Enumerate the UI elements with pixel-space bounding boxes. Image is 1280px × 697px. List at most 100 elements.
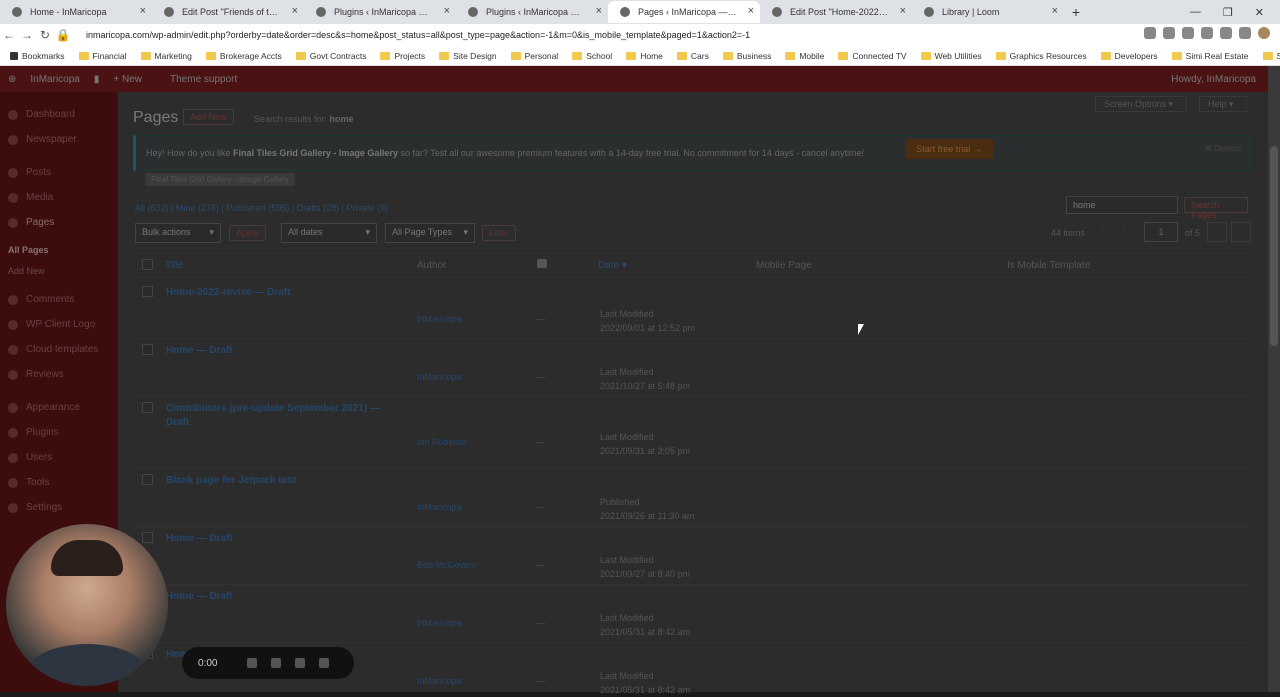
minimize-icon[interactable]: —	[1190, 6, 1201, 18]
back-icon[interactable]: ←	[0, 28, 18, 42]
scrollbar[interactable]	[1268, 66, 1280, 692]
last-page-icon[interactable]: »	[1231, 222, 1251, 242]
extension-icon[interactable]	[1144, 27, 1156, 39]
sidebar-item-users[interactable]: Users	[8, 452, 52, 463]
column-title[interactable]: Title	[165, 260, 184, 271]
profile-avatar-icon[interactable]	[1258, 27, 1270, 39]
bookmark-folder[interactable]: Mobile	[785, 51, 824, 61]
current-page-input[interactable]: 1	[1144, 222, 1178, 242]
bookmark-folder[interactable]: Developers	[1100, 51, 1158, 61]
author-link[interactable]: InMaricopa	[417, 618, 462, 628]
delete-icon[interactable]	[319, 658, 330, 668]
next-page-icon[interactable]: ›	[1207, 222, 1227, 242]
column-date[interactable]: Date ▾	[598, 260, 627, 271]
close-icon[interactable]: ×	[292, 5, 298, 17]
tab-1[interactable]: Home - InMaricopa ×	[0, 1, 152, 23]
sidebar-item-settings[interactable]: Settings	[8, 502, 62, 513]
tab-6[interactable]: Edit Post "Home-2022-revise"×	[760, 1, 912, 23]
sidebar-item-wp-client-logo[interactable]: WP Client Logo	[8, 319, 95, 330]
author-link[interactable]: InMaricopa	[417, 502, 462, 512]
tab-7[interactable]: Library | Loom ×	[912, 1, 1064, 23]
page-title-link[interactable]: Home-2022-revise — Draft	[166, 286, 381, 300]
bookmark-folder[interactable]: Marketing	[140, 51, 192, 61]
extension-icon[interactable]	[1220, 27, 1232, 39]
close-icon[interactable]: ×	[1052, 5, 1058, 17]
row-checkbox[interactable]	[142, 402, 153, 413]
page-title-link[interactable]: Contributors (pre-update September 2021)…	[166, 402, 381, 430]
select-all-checkbox[interactable]	[142, 259, 153, 270]
row-checkbox[interactable]	[142, 532, 153, 543]
theme-support[interactable]: Theme support	[170, 74, 237, 85]
bookmark-folder[interactable]: Simi Real Estate	[1171, 51, 1249, 61]
bookmark-folder[interactable]: Home	[626, 51, 663, 61]
sidebar-sub-add-new[interactable]: Add New	[8, 266, 45, 276]
apply-button[interactable]: Apply	[229, 225, 266, 241]
filter-button[interactable]: Filter	[482, 225, 516, 241]
scroll-thumb[interactable]	[1270, 146, 1278, 346]
page-title-link[interactable]: Blank page for Jetpack test	[166, 474, 381, 488]
row-checkbox[interactable]	[142, 474, 153, 485]
close-window-icon[interactable]: ✕	[1255, 6, 1264, 19]
draw-icon[interactable]	[247, 658, 258, 668]
webcam-bubble[interactable]	[6, 524, 168, 686]
reload-icon[interactable]: ↻	[36, 28, 54, 42]
sidebar-item-tools[interactable]: Tools	[8, 477, 49, 488]
status-filters[interactable]: All (632) | Mine (276) | Published (595)…	[135, 203, 388, 213]
sidebar-item-posts[interactable]: Posts	[8, 167, 51, 178]
bookmark-folder[interactable]: Cars	[676, 51, 709, 61]
tab-4[interactable]: Plugins ‹ InMaricopa — WordP×	[456, 1, 608, 23]
bookmark-folder[interactable]: Brokerage Accts	[205, 51, 282, 61]
forward-icon[interactable]: →	[18, 28, 36, 42]
tab-5-active[interactable]: Pages ‹ InMaricopa — WordPr×	[608, 1, 760, 23]
bookmark-folder[interactable]: Business	[722, 51, 771, 61]
row-checkbox[interactable]	[142, 344, 153, 355]
tab-2[interactable]: Edit Post "Friends of the Arts h×	[152, 1, 304, 23]
bookmark-folder[interactable]: Site Design	[439, 51, 497, 61]
page-title-link[interactable]: Home — Draft	[166, 344, 381, 358]
start-trial-button[interactable]: Start free trial →	[905, 139, 993, 159]
extension-icon[interactable]	[1239, 27, 1251, 39]
sidebar-item-reviews[interactable]: Reviews	[8, 369, 64, 380]
bookmark-folder[interactable]: Projects	[380, 51, 425, 61]
page-types-select[interactable]: All Page Types ▾	[385, 223, 475, 243]
extension-icon[interactable]	[1163, 27, 1175, 39]
author-link[interactable]: InMaricopa	[417, 372, 462, 382]
close-icon[interactable]: ×	[140, 5, 146, 17]
bookmark-folder[interactable]: Connected TV	[838, 51, 907, 61]
search-input[interactable]: home	[1066, 196, 1178, 214]
bookmarks-star[interactable]: Bookmarks	[10, 51, 65, 61]
page-title-link[interactable]: Home — Draft	[166, 590, 381, 604]
page-title-link[interactable]: Home — Draft	[166, 532, 381, 546]
bookmark-folder[interactable]: Graphics Resources	[995, 51, 1087, 61]
new-tab-button[interactable]: +	[1064, 4, 1088, 20]
comments-column-icon[interactable]	[537, 259, 547, 268]
tab-3[interactable]: Plugins ‹ InMaricopa — WordP×	[304, 1, 456, 23]
howdy-user[interactable]: Howdy, InMaricopa	[1171, 74, 1256, 85]
sidebar-item-cloud-templates[interactable]: Cloud templates	[8, 344, 98, 355]
wordpress-logo-icon[interactable]: ⊕	[8, 74, 16, 85]
bulk-actions-select[interactable]: Bulk actions ▾	[135, 223, 221, 243]
close-icon[interactable]: ×	[596, 5, 602, 17]
bookmark-folder[interactable]: Personal	[510, 51, 558, 61]
close-icon[interactable]: ×	[748, 5, 754, 17]
prev-page-icon[interactable]: ‹	[1122, 224, 1125, 234]
author-link[interactable]: InMaricopa	[417, 676, 462, 686]
bookmark-folder[interactable]: Govt Contracts	[295, 51, 366, 61]
bookmark-folder[interactable]: Web Utilities	[920, 51, 982, 61]
sidebar-item-media[interactable]: Media	[8, 192, 53, 203]
extension-icon[interactable]	[1201, 27, 1213, 39]
comments-icon[interactable]: ▮	[94, 74, 100, 85]
extension-icon[interactable]	[1182, 27, 1194, 39]
url-field[interactable]: inmaricopa.com/wp-admin/edit.php?orderby…	[86, 30, 750, 40]
sidebar-item-dashboard[interactable]: Dashboard	[8, 109, 75, 120]
sidebar-item-pages[interactable]: Pages	[8, 217, 54, 228]
close-icon[interactable]: ×	[444, 5, 450, 17]
author-link[interactable]: Bob McGovern	[417, 560, 477, 570]
row-checkbox[interactable]	[142, 286, 153, 297]
maximize-icon[interactable]: ❐	[1223, 6, 1233, 19]
screen-options-button[interactable]: Screen Options ▾	[1095, 96, 1187, 112]
dismiss-link[interactable]: ⊗ Dismiss	[1205, 144, 1242, 153]
search-pages-button[interactable]: Search Pages	[1184, 197, 1248, 220]
author-link[interactable]: InMaricopa	[417, 314, 462, 324]
sidebar-sub-all-pages[interactable]: All Pages	[8, 245, 49, 255]
